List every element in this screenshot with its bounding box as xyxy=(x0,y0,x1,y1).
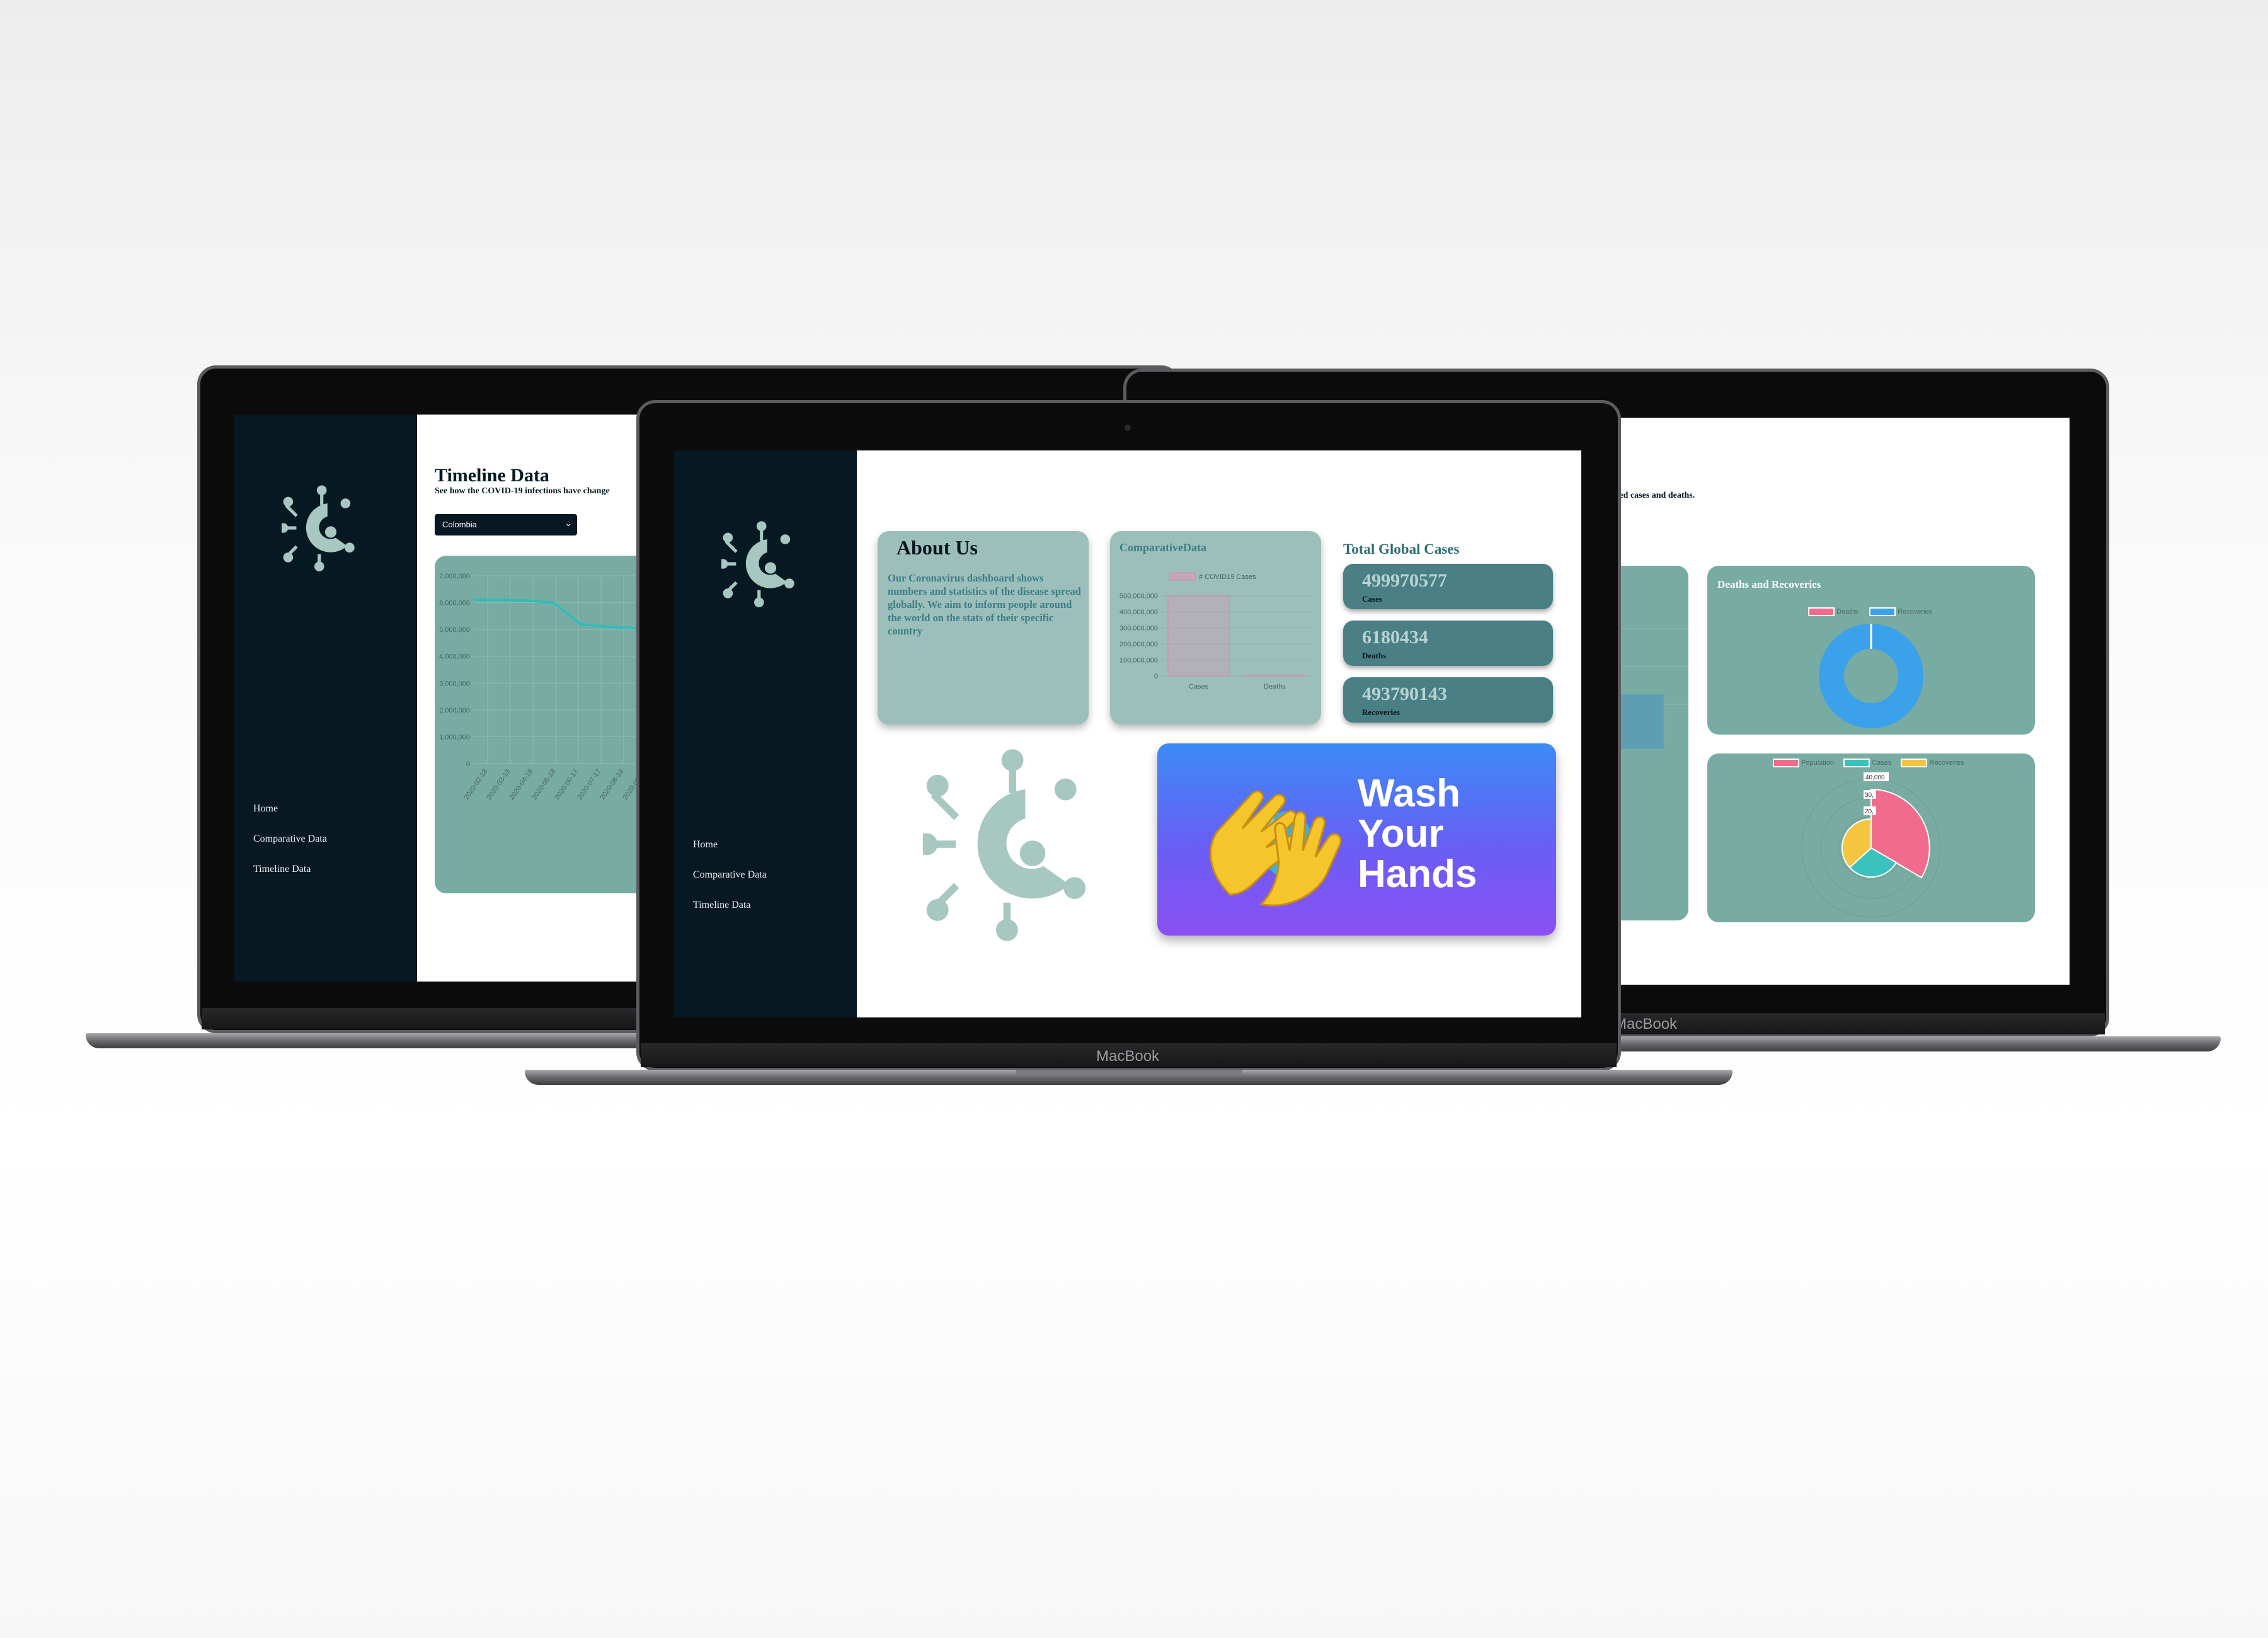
y-tick-label: 4,000,000 xyxy=(439,653,470,661)
country-select-value: Colombia xyxy=(442,520,477,529)
comparative-y-tick: 500,000,000 xyxy=(1120,593,1158,600)
nav-timeline-data[interactable]: Timeline Data xyxy=(693,900,750,911)
country-select[interactable]: Colombia ⌄ xyxy=(435,514,577,536)
comparative-bar xyxy=(1167,595,1230,677)
virus-logo-icon xyxy=(282,485,355,571)
front-laptop-brand: MacBook xyxy=(1096,1048,1160,1065)
front-laptop-notch xyxy=(1016,1070,1242,1076)
comparative-bar-chart: # COVID19 Cases 500,000,000 400,000,000 30… xyxy=(1120,572,1313,690)
page-subtitle-right: sed cases and deaths. xyxy=(1616,491,1695,500)
about-title: About Us xyxy=(896,536,978,559)
stat-deaths-value: 6180434 xyxy=(1362,627,1428,648)
doughnut-chart xyxy=(1819,624,1923,728)
home-screen: Home Comparative Data Timeline Data Abou… xyxy=(674,450,1581,1017)
stat-cases-value: 499970577 xyxy=(1362,570,1447,591)
sidebar-main: Home Comparative Data Timeline Data xyxy=(674,450,857,1017)
nav-comparative-data[interactable]: Comparative Data xyxy=(253,833,327,845)
polar-chart: 40,000 30, 20, xyxy=(1801,772,1941,918)
stat-recoveries-label: Recoveries xyxy=(1362,707,1400,717)
y-tick-label: 7,000,000 xyxy=(439,573,470,580)
virus-illustration-icon xyxy=(923,749,1086,941)
chevron-down-icon: ⌄ xyxy=(564,518,572,528)
stat-recoveries[interactable]: 493790143 Recoveries xyxy=(1343,677,1553,723)
y-tick-label: 2,000,000 xyxy=(439,707,470,714)
virus-logo-icon xyxy=(721,521,794,607)
comparative-y-tick: 100,000,000 xyxy=(1120,657,1158,665)
stat-cases[interactable]: 499970577 Cases xyxy=(1343,564,1553,609)
stat-deaths[interactable]: 6180434 Deaths xyxy=(1343,621,1553,666)
sidebar: Home Comparative Data Timeline Data xyxy=(234,415,417,982)
about-text: Our Coronavirus dashboard shows numbers … xyxy=(888,572,1081,637)
nav-timeline-data[interactable]: Timeline Data xyxy=(253,864,311,875)
page-subtitle: See how the COVID-19 infections have cha… xyxy=(435,486,610,496)
comparative-y-tick: 300,000,000 xyxy=(1120,625,1158,633)
stat-recoveries-value: 493790143 xyxy=(1362,684,1447,704)
front-laptop-camera xyxy=(1125,425,1131,431)
deaths-recoveries-card: Deaths and Recoveries Deaths Recoveries xyxy=(1707,566,2035,735)
legend-swatch-covid-cases xyxy=(1169,572,1196,581)
polar-rtick-1: 40,000 xyxy=(1865,774,1885,781)
comparative-card: ComparativeData # COVID19 Cases 500,000,… xyxy=(1110,531,1321,724)
totals-title: Total Global Cases xyxy=(1343,541,1460,557)
nav-comparative-data[interactable]: Comparative Data xyxy=(693,869,767,881)
y-tick-label: 1,000,000 xyxy=(439,733,470,741)
washing-hands-icon xyxy=(1210,790,1342,907)
y-tick-label: 6,000,000 xyxy=(439,600,470,607)
stat-deaths-label: Deaths xyxy=(1362,651,1387,660)
page-title: Timeline Data xyxy=(435,465,549,486)
polar-chart-card: Population Cases Recoveries 40,000 30, 2… xyxy=(1707,753,2035,922)
wash-hands-banner: Wash Your Hands xyxy=(1157,743,1556,936)
nav-home[interactable]: Home xyxy=(253,803,278,815)
totals-panel: 499970577 Cases 6180434 Deaths 493790143… xyxy=(1343,564,1553,723)
about-card: About Us Our Coronavirus dashboard shows… xyxy=(878,531,1089,724)
comparative-y-tick: 200,000,000 xyxy=(1120,641,1158,648)
polar-rtick-2: 30, xyxy=(1865,792,1874,799)
comparative-y-tick: 0 xyxy=(1154,673,1158,680)
y-tick-label: 5,000,000 xyxy=(439,626,470,634)
right-laptop-brand: MacBook xyxy=(1614,1016,1678,1033)
comparative-bar xyxy=(1244,674,1306,677)
banner-line-1: Wash xyxy=(1358,772,1461,815)
y-tick-label: 3,000,000 xyxy=(439,680,470,687)
nav-home[interactable]: Home xyxy=(693,839,718,850)
banner-line-2: Your xyxy=(1358,812,1444,856)
comparative-y-tick: 400,000,000 xyxy=(1120,609,1158,616)
comparative-x-tick: Deaths xyxy=(1264,683,1286,690)
stat-cases-label: Cases xyxy=(1362,594,1382,604)
legend-covid-cases: # COVID19 Cases xyxy=(1199,573,1256,581)
comparative-x-tick: Cases xyxy=(1189,683,1209,690)
y-tick-label: 0 xyxy=(466,760,470,768)
polar-rtick-3: 20, xyxy=(1865,808,1874,815)
banner-line-3: Hands xyxy=(1358,852,1477,896)
